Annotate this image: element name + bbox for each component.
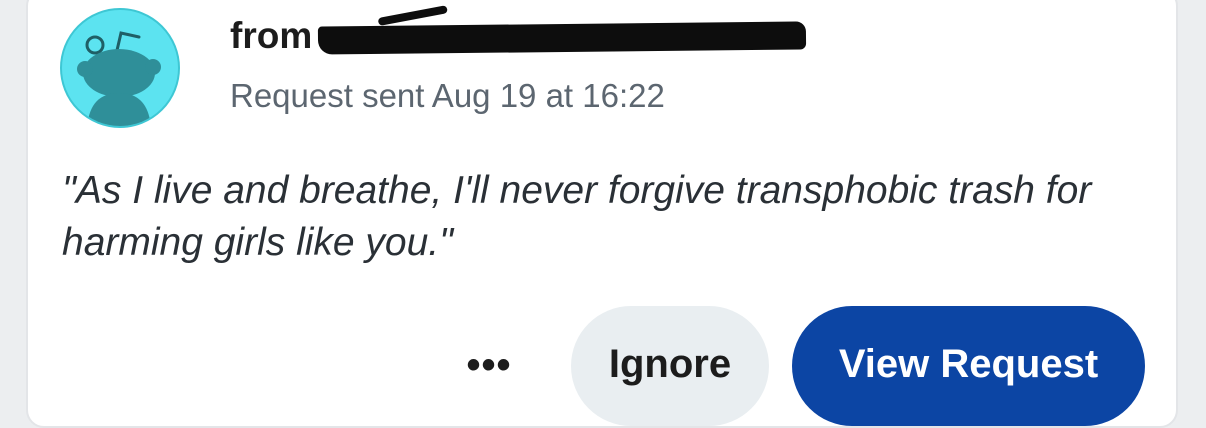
request-timestamp: Request sent Aug 19 at 16:22 bbox=[230, 77, 665, 114]
ignore-button[interactable]: Ignore bbox=[571, 306, 769, 426]
request-message-preview: "As I live and breathe, I'll never forgi… bbox=[62, 169, 1092, 264]
view-request-button[interactable]: View Request bbox=[792, 306, 1145, 426]
from-label: from bbox=[230, 15, 313, 56]
redacted-sender-name bbox=[318, 21, 807, 55]
sender-row: from bbox=[230, 12, 807, 60]
snoo-avatar-icon[interactable] bbox=[59, 7, 181, 129]
more-options-button[interactable]: ••• bbox=[456, 340, 522, 390]
